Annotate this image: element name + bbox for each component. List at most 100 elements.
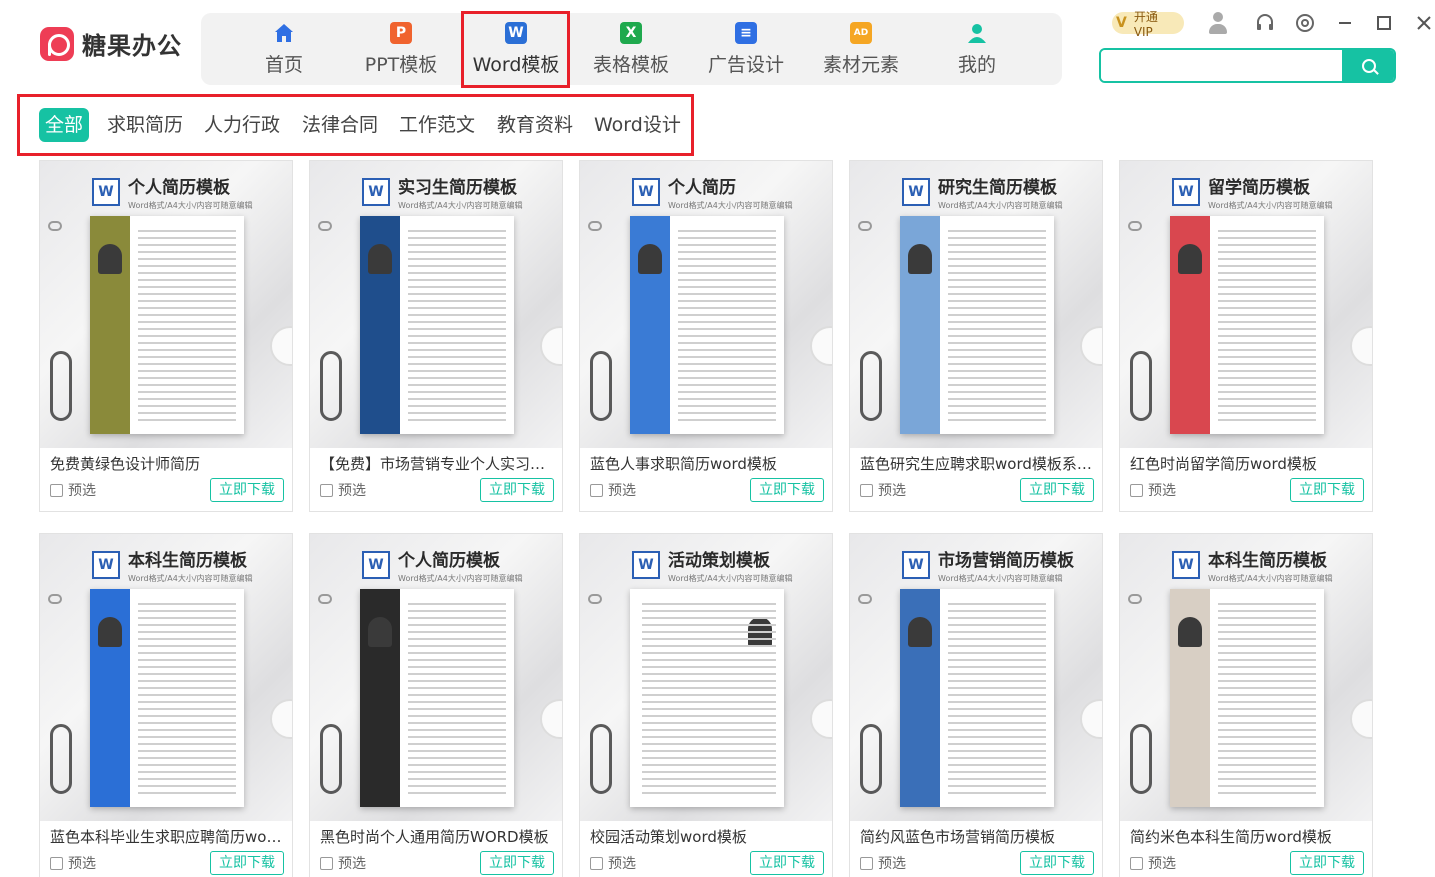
template-card[interactable]: W 本科生简历模板 Word格式/A4大小/内容可随意编辑 蓝色本科毕业生求职应… — [39, 533, 293, 877]
template-title[interactable]: 简约风蓝色市场营销简历模板 — [860, 826, 1096, 847]
headset-icon[interactable] — [1254, 12, 1276, 34]
thumbnail-subtitle: Word格式/A4大小/内容可随意编辑 — [128, 574, 253, 583]
search-input[interactable] — [1101, 50, 1342, 81]
template-card[interactable]: W 个人简历模板 Word格式/A4大小/内容可随意编辑 免费黄绿色设计师简历 … — [39, 160, 293, 512]
checkbox-box[interactable] — [860, 483, 873, 497]
preselect-checkbox[interactable]: 预选 — [860, 480, 906, 500]
download-button[interactable]: 立即下载 — [1290, 478, 1364, 502]
nav-item-ad-design[interactable]: ≡ 广告设计 — [708, 13, 784, 85]
template-thumbnail[interactable]: W 市场营销简历模板 Word格式/A4大小/内容可随意编辑 — [850, 534, 1102, 821]
download-button[interactable]: 立即下载 — [480, 851, 554, 875]
template-card[interactable]: W 个人简历模板 Word格式/A4大小/内容可随意编辑 黑色时尚个人通用简历W… — [309, 533, 563, 877]
template-thumbnail[interactable]: W 本科生简历模板 Word格式/A4大小/内容可随意编辑 — [1120, 534, 1372, 821]
preselect-checkbox[interactable]: 预选 — [320, 480, 366, 500]
checkbox-box[interactable] — [590, 483, 603, 497]
download-button[interactable]: 立即下载 — [750, 478, 824, 502]
nav-item-excel[interactable]: X 表格模板 — [593, 13, 669, 85]
template-card[interactable]: W 实习生简历模板 Word格式/A4大小/内容可随意编辑 【免费】市场营销专业… — [309, 160, 563, 512]
template-title[interactable]: 蓝色本科毕业生求职应聘简历word模板 — [50, 826, 286, 847]
minimize-icon[interactable] — [1334, 12, 1356, 34]
checkbox-box[interactable] — [320, 856, 333, 870]
template-thumbnail[interactable]: W 活动策划模板 Word格式/A4大小/内容可随意编辑 — [580, 534, 832, 821]
word-icon: W — [362, 551, 390, 579]
thumbnail-subtitle: Word格式/A4大小/内容可随意编辑 — [668, 201, 793, 210]
category-education[interactable]: 教育资料 — [497, 108, 573, 142]
template-card[interactable]: W 本科生简历模板 Word格式/A4大小/内容可随意编辑 简约米色本科生简历w… — [1119, 533, 1373, 877]
template-title[interactable]: 简约米色本科生简历word模板 — [1130, 826, 1366, 847]
template-title[interactable]: 免费黄绿色设计师简历 — [50, 453, 286, 474]
checkbox-box[interactable] — [590, 856, 603, 870]
template-thumbnail[interactable]: W 研究生简历模板 Word格式/A4大小/内容可随意编辑 — [850, 161, 1102, 448]
category-work-essay[interactable]: 工作范文 — [399, 108, 475, 142]
thumbnail-subtitle: Word格式/A4大小/内容可随意编辑 — [668, 574, 793, 583]
template-card[interactable]: W 市场营销简历模板 Word格式/A4大小/内容可随意编辑 简约风蓝色市场营销… — [849, 533, 1103, 877]
preselect-checkbox[interactable]: 预选 — [860, 853, 906, 873]
template-title[interactable]: 黑色时尚个人通用简历WORD模板 — [320, 826, 556, 847]
download-button[interactable]: 立即下载 — [210, 851, 284, 875]
nav-item-mine[interactable]: 我的 — [957, 13, 997, 85]
portrait-photo — [98, 244, 122, 274]
template-card[interactable]: W 研究生简历模板 Word格式/A4大小/内容可随意编辑 蓝色研究生应聘求职w… — [849, 160, 1103, 512]
checkbox-box[interactable] — [50, 856, 63, 870]
template-card[interactable]: W 留学简历模板 Word格式/A4大小/内容可随意编辑 红色时尚留学简历wor… — [1119, 160, 1373, 512]
settings-icon[interactable] — [1294, 12, 1316, 34]
download-button[interactable]: 立即下载 — [1020, 478, 1094, 502]
preselect-checkbox[interactable]: 预选 — [50, 853, 96, 873]
preselect-label: 预选 — [878, 856, 906, 872]
template-thumbnail[interactable]: W 实习生简历模板 Word格式/A4大小/内容可随意编辑 — [310, 161, 562, 448]
thumbnail-header: W 活动策划模板 Word格式/A4大小/内容可随意编辑 — [632, 546, 793, 584]
template-thumbnail[interactable]: W 留学简历模板 Word格式/A4大小/内容可随意编辑 — [1120, 161, 1372, 448]
checkbox-box[interactable] — [1130, 856, 1143, 870]
template-card[interactable]: W 活动策划模板 Word格式/A4大小/内容可随意编辑 校园活动策划word模… — [579, 533, 833, 877]
checkbox-box[interactable] — [860, 856, 873, 870]
template-title[interactable]: 【免费】市场营销专业个人实习简历 — [320, 453, 556, 474]
document-text-lines — [138, 230, 236, 424]
preselect-checkbox[interactable]: 预选 — [590, 480, 636, 500]
category-hr-admin[interactable]: 人力行政 — [204, 108, 280, 142]
account-avatar-icon[interactable] — [1208, 12, 1228, 34]
download-button[interactable]: 立即下载 — [480, 478, 554, 502]
template-title[interactable]: 蓝色研究生应聘求职word模板系列简历 — [860, 453, 1096, 474]
template-thumbnail[interactable]: W 个人简历 Word格式/A4大小/内容可随意编辑 — [580, 161, 832, 448]
template-card[interactable]: W 个人简历 Word格式/A4大小/内容可随意编辑 蓝色人事求职简历word模… — [579, 160, 833, 512]
nav-item-home[interactable]: 首页 — [259, 13, 309, 85]
app-logo[interactable]: 糖果办公 — [40, 26, 182, 61]
portrait-photo — [638, 244, 662, 274]
vip-crown-icon: V — [1116, 15, 1127, 31]
thumbnail-title: 实习生简历模板 — [398, 178, 517, 198]
checkbox-box[interactable] — [50, 483, 63, 497]
nav-item-ppt[interactable]: P PPT模板 — [363, 13, 439, 85]
vip-button[interactable]: V 开通VIP — [1112, 10, 1185, 39]
checkbox-box[interactable] — [1130, 483, 1143, 497]
document-text-lines — [1218, 603, 1316, 797]
template-title[interactable]: 校园活动策划word模板 — [590, 826, 826, 847]
nav-label: 我的 — [957, 53, 996, 76]
paperclip-icon — [1128, 594, 1142, 604]
document-text-lines — [948, 603, 1046, 797]
download-button[interactable]: 立即下载 — [1290, 851, 1364, 875]
download-button[interactable]: 立即下载 — [750, 851, 824, 875]
template-thumbnail[interactable]: W 个人简历模板 Word格式/A4大小/内容可随意编辑 — [40, 161, 292, 448]
download-button[interactable]: 立即下载 — [210, 478, 284, 502]
category-all[interactable]: 全部 — [39, 108, 90, 142]
preselect-checkbox[interactable]: 预选 — [50, 480, 96, 500]
word-icon: W — [92, 178, 120, 206]
category-word-design[interactable]: Word设计 — [594, 108, 681, 142]
document-preview — [900, 216, 1054, 434]
template-title[interactable]: 蓝色人事求职简历word模板 — [590, 453, 826, 474]
checkbox-box[interactable] — [320, 483, 333, 497]
category-legal-contract[interactable]: 法律合同 — [302, 108, 378, 142]
template-thumbnail[interactable]: W 个人简历模板 Word格式/A4大小/内容可随意编辑 — [310, 534, 562, 821]
close-icon[interactable] — [1413, 12, 1435, 34]
template-thumbnail[interactable]: W 本科生简历模板 Word格式/A4大小/内容可随意编辑 — [40, 534, 292, 821]
preselect-checkbox[interactable]: 预选 — [320, 853, 366, 873]
category-resume[interactable]: 求职简历 — [107, 108, 183, 142]
preselect-checkbox[interactable]: 预选 — [1130, 480, 1176, 500]
search-icon[interactable] — [1342, 50, 1394, 81]
nav-item-materials[interactable]: AD 素材元素 — [823, 13, 899, 85]
template-title[interactable]: 红色时尚留学简历word模板 — [1130, 453, 1366, 474]
maximize-icon[interactable] — [1373, 12, 1395, 34]
preselect-checkbox[interactable]: 预选 — [590, 853, 636, 873]
download-button[interactable]: 立即下载 — [1020, 851, 1094, 875]
preselect-checkbox[interactable]: 预选 — [1130, 853, 1176, 873]
